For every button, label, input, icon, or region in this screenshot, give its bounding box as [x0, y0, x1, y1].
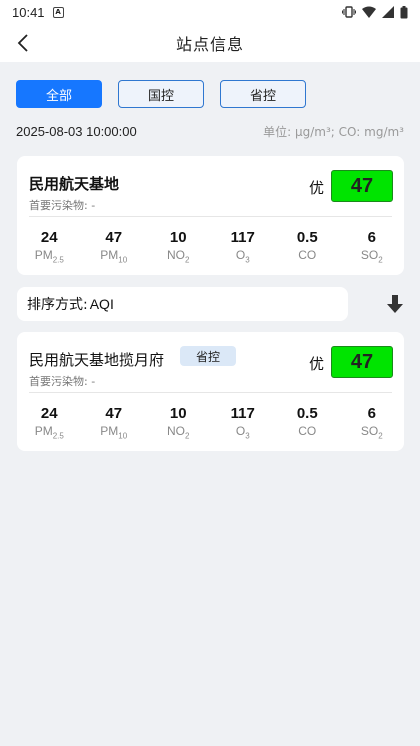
sort-selector[interactable]: 排序方式: AQI [17, 287, 348, 321]
metric-label: O [235, 424, 246, 438]
metric-value: 6 [367, 405, 376, 422]
back-button[interactable] [8, 28, 38, 58]
chevron-left-icon [17, 34, 28, 52]
aqi-badge: 47 [331, 346, 393, 378]
metric-label: CO [298, 424, 317, 438]
metric-subscript: 2 [378, 255, 383, 265]
metric-label: CO [298, 248, 317, 262]
metric-label: SO [360, 248, 379, 262]
metric-subscript: 2.5 [52, 255, 64, 265]
status-bar: 10:41 A [0, 0, 420, 24]
page-title: 站点信息 [175, 35, 244, 54]
aqi-badge: 47 [331, 170, 393, 202]
filter-tabs: 全部 国控 省控 [16, 80, 306, 108]
status-icons [342, 5, 408, 19]
metric-co: 0.5 CO [275, 229, 340, 264]
card-divider [29, 216, 392, 217]
notification-icon: A [52, 6, 64, 18]
metric-subscript: 10 [118, 431, 128, 441]
station-name: 民用航天基地揽月府 [29, 351, 165, 369]
metric-no2: 10 NO2 [146, 229, 211, 264]
sort-label: 排序方式: [27, 297, 88, 313]
wifi-icon [362, 6, 376, 18]
metric-value: 10 [169, 405, 187, 422]
metric-so2: 6 SO2 [340, 229, 405, 264]
aqi-level: 优 [309, 179, 325, 197]
summary-card: 民用航天基地 首要污染物: - 优 47 24 PM2.5 47 PM10 10 NO… [17, 156, 404, 275]
metric-subscript: 2 [378, 431, 383, 441]
filter-all[interactable]: 全部 [16, 80, 102, 108]
metric-pm25: 24 PM2.5 [17, 229, 82, 264]
metric-pm10: 47 PM10 [82, 229, 147, 264]
filter-national[interactable]: 国控 [118, 80, 204, 108]
metric-o3: 117 O3 [211, 229, 276, 264]
metric-subscript: 2.5 [52, 431, 64, 441]
metric-so2: 6 SO2 [340, 405, 405, 440]
metric-subscript: 3 [245, 431, 250, 441]
metric-label: PM [100, 248, 119, 262]
metric-subscript: 3 [245, 255, 250, 265]
metric-label: PM [34, 424, 53, 438]
arrow-down-icon [387, 295, 403, 313]
station-name: 民用航天基地 [29, 175, 120, 193]
update-datetime: 2025-08-03 10:00:00 [16, 124, 137, 139]
metric-value: 6 [367, 229, 376, 246]
metric-value: 10 [169, 229, 187, 246]
metric-pm25: 24 PM2.5 [17, 405, 82, 440]
metric-label: PM [34, 248, 53, 262]
metric-no2: 10 NO2 [146, 405, 211, 440]
metrics-row: 24 PM2.5 47 PM10 10 NO2 117 O3 0.5 CO 6 SO2 [17, 229, 404, 264]
metrics-row: 24 PM2.5 47 PM10 10 NO2 117 O3 0.5 CO 6 SO2 [17, 405, 404, 440]
sort-value: AQI [89, 296, 114, 312]
metric-o3: 117 O3 [211, 405, 276, 440]
sort-direction-button[interactable] [384, 293, 406, 315]
metric-pm10: 47 PM10 [82, 405, 147, 440]
signal-icon [382, 6, 394, 18]
battery-icon [400, 5, 408, 18]
app-bar: 站点信息 [0, 24, 420, 62]
metric-label: PM [100, 424, 119, 438]
vibrate-icon [342, 6, 356, 18]
metric-subscript: 2 [185, 255, 190, 265]
metric-label: SO [360, 424, 379, 438]
filter-provincial[interactable]: 省控 [220, 80, 306, 108]
meta-row: 2025-08-03 10:00:00 单位: μg/m³; CO: mg/m³ [16, 123, 404, 140]
metric-label: NO [167, 424, 186, 438]
metric-co: 0.5 CO [275, 405, 340, 440]
metric-value: 24 [40, 405, 58, 422]
metric-value: 24 [40, 229, 58, 246]
metric-label: O [235, 248, 246, 262]
metric-value: 47 [105, 229, 123, 246]
metric-value: 0.5 [296, 405, 318, 422]
aqi-level: 优 [309, 355, 325, 373]
metric-value: 47 [105, 405, 123, 422]
primary-pollutant: 首要污染物: - [29, 375, 96, 388]
station-type-tag: 省控 [180, 346, 237, 366]
unit-note: 单位: μg/m³; CO: mg/m³ [263, 125, 404, 139]
station-card[interactable]: 民用航天基地揽月府 省控 首要污染物: - 优 47 24 PM2.5 47 PM1… [17, 332, 404, 451]
metric-value: 117 [230, 229, 255, 246]
metric-label: NO [167, 248, 186, 262]
status-time: 10:41 [12, 4, 45, 20]
metric-value: 117 [230, 405, 255, 422]
metric-value: 0.5 [296, 229, 318, 246]
metric-subscript: 2 [185, 431, 190, 441]
card-divider [29, 392, 392, 393]
primary-pollutant: 首要污染物: - [29, 199, 96, 212]
metric-subscript: 10 [118, 255, 128, 265]
